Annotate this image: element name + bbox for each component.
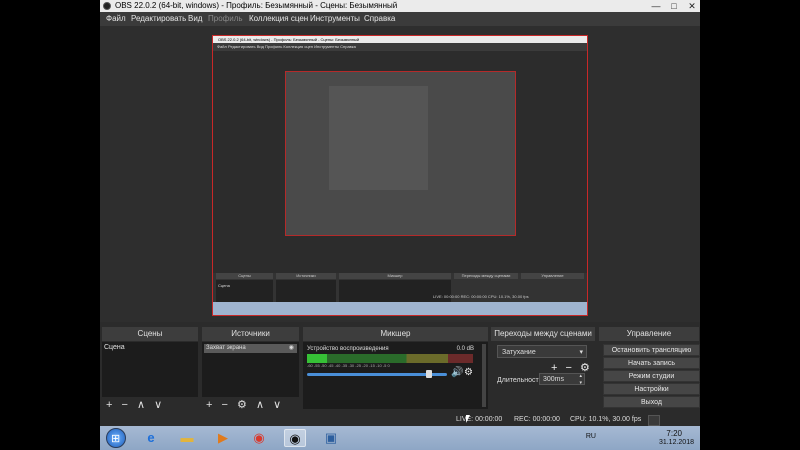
- add-scene-button[interactable]: +: [106, 399, 112, 411]
- window-title: OBS 22.0.2 (64-bit, windows) - Профиль: …: [115, 1, 398, 10]
- mixer-channel-label: Устройство воспроизведения: [307, 346, 389, 352]
- cpu-status: CPU: 10.1%, 30.00 fps: [570, 416, 642, 423]
- mixer-scrollbar[interactable]: [482, 344, 486, 407]
- mixer-channel-db: 0.0 dB: [456, 346, 474, 352]
- menu-view[interactable]: Вид: [188, 12, 202, 26]
- studio-mode-button[interactable]: Режим студии: [603, 370, 700, 382]
- duration-label: Длительность: [497, 377, 543, 384]
- transition-selected: Затухание: [502, 349, 536, 356]
- preview-inner-status: LIVE: 00:00:00 REC: 00:00:00 CPU: 10.1%,…: [433, 294, 529, 299]
- mouse-cursor-icon: [466, 415, 470, 423]
- start-recording-button[interactable]: Начать запись: [603, 357, 700, 369]
- maximize-button[interactable]: □: [666, 1, 682, 11]
- mixer-dock: Микшер Устройство воспроизведения 0.0 dB…: [303, 327, 488, 413]
- preview-dock-title: Управление: [521, 273, 584, 279]
- add-source-button[interactable]: +: [206, 399, 212, 411]
- taskbar: ⊞ e ▬ ▶ ◉ ◉ ▣ RU 7:20 31.12.2018: [100, 426, 700, 450]
- mixer-gear-icon[interactable]: ⚙: [464, 367, 473, 378]
- clock-time[interactable]: 7:20: [666, 429, 682, 438]
- preview-display[interactable]: OBS 22.0.2 (64-bit, windows) - Профиль: …: [212, 35, 588, 316]
- menu-file[interactable]: Файл: [106, 12, 126, 26]
- controls-dock: Управление Остановить трансляцию Начать …: [599, 327, 700, 413]
- preview-inner-docks: Сцены Источники Микшер Переходы между сц…: [213, 273, 587, 303]
- move-source-down-button[interactable]: ∨: [273, 399, 281, 411]
- clock-date[interactable]: 31.12.2018: [659, 439, 694, 446]
- preview-inner-menu: Файл Редактировать Вид Профиль Коллекция…: [213, 43, 587, 51]
- visibility-eye-icon[interactable]: ◉: [289, 344, 294, 353]
- chrome-icon[interactable]: ◉: [248, 429, 270, 447]
- sources-controls: + − ⚙ ∧ ∨: [206, 399, 287, 411]
- scene-item[interactable]: Сцена: [104, 344, 125, 351]
- move-scene-up-button[interactable]: ∧: [137, 399, 145, 411]
- preview-dock-title: Переходы между сценами: [454, 273, 518, 279]
- menu-scene-collection[interactable]: Коллекция сцен: [249, 12, 308, 26]
- menu-bar: Файл Редактировать Вид Профиль Коллекция…: [100, 12, 700, 26]
- language-indicator[interactable]: RU: [586, 433, 596, 440]
- source-item-label: Захват экрана: [206, 345, 246, 351]
- media-player-icon[interactable]: ▶: [212, 429, 234, 447]
- image-viewer-icon[interactable]: ▣: [320, 429, 342, 447]
- transition-select[interactable]: Затухание ▾: [497, 345, 587, 358]
- obs-icon[interactable]: ◉: [284, 429, 306, 447]
- preview-inner-taskbar: [213, 302, 587, 315]
- mixer-body: Устройство воспроизведения 0.0 dB -60 -5…: [303, 342, 488, 409]
- scenes-dock: Сцены Сцена + − ∧ ∨: [102, 327, 198, 413]
- ie-icon[interactable]: e: [140, 429, 162, 447]
- preview-inner-title: OBS 22.0.2 (64-bit, windows) - Профиль: …: [213, 36, 587, 43]
- menu-edit[interactable]: Редактировать: [131, 12, 186, 26]
- audio-level-fill: [307, 354, 327, 363]
- status-bar: LIVE: 00:00:00 REC: 00:00:00 CPU: 10.1%,…: [100, 414, 700, 426]
- remove-scene-button[interactable]: −: [122, 399, 128, 411]
- windows-start-icon[interactable]: ⊞: [106, 428, 126, 448]
- preview-inner-canvas: [213, 51, 587, 273]
- source-properties-gear-icon[interactable]: ⚙: [237, 399, 247, 411]
- preview-dock-title: Источники: [276, 273, 336, 279]
- meter-scale: -60 -55 -50 -45 -40 -35 -30 -25 -20 -15 …: [307, 363, 390, 368]
- audio-level-meter: [307, 354, 473, 363]
- exit-button[interactable]: Выход: [603, 396, 700, 408]
- source-item[interactable]: Захват экрана ◉: [204, 344, 297, 353]
- preview-nested-capture-deep: [329, 86, 428, 190]
- scenes-dock-title: Сцены: [102, 327, 198, 341]
- remove-source-button[interactable]: −: [222, 399, 228, 411]
- controls-dock-title: Управление: [599, 327, 699, 341]
- transitions-dock-title: Переходы между сценами: [491, 327, 595, 341]
- resize-grip-icon[interactable]: [648, 415, 660, 426]
- duration-input[interactable]: 300ms ▴ ▾: [539, 373, 585, 387]
- menu-profile[interactable]: Профиль: [208, 12, 243, 26]
- speaker-icon[interactable]: 🔊: [451, 367, 463, 378]
- close-button[interactable]: ✕: [684, 1, 700, 11]
- minimize-button[interactable]: —: [648, 1, 664, 11]
- obs-app-icon: [103, 2, 111, 10]
- preview-dock-body: Сцена: [216, 280, 273, 302]
- preview-scene-item: Сцена: [218, 283, 230, 288]
- live-status: LIVE: 00:00:00: [456, 416, 503, 423]
- transitions-dock: Переходы между сценами Затухание ▾ + − ⚙…: [491, 327, 595, 413]
- mixer-dock-title: Микшер: [303, 327, 488, 341]
- spinner-arrows-icon[interactable]: ▴ ▾: [579, 373, 582, 387]
- scenes-controls: + − ∧ ∨: [106, 399, 168, 411]
- scenes-list[interactable]: Сцена: [102, 342, 198, 397]
- rec-status: REC: 00:00:00: [514, 416, 560, 423]
- preview-dock-title: Микшер: [339, 273, 451, 279]
- preview-dock-body: [276, 280, 336, 302]
- chevron-down-icon: ▾: [579, 349, 583, 356]
- sources-dock: Источники Захват экрана ◉ + − ⚙ ∧ ∨: [202, 327, 299, 413]
- window-titlebar[interactable]: OBS 22.0.2 (64-bit, windows) - Профиль: …: [100, 0, 700, 12]
- move-scene-down-button[interactable]: ∨: [154, 399, 162, 411]
- sources-list[interactable]: Захват экрана ◉: [202, 342, 299, 397]
- menu-help[interactable]: Справка: [364, 12, 395, 26]
- move-source-up-button[interactable]: ∧: [256, 399, 264, 411]
- preview-dock-title: Сцены: [216, 273, 273, 279]
- duration-value: 300ms: [543, 376, 565, 383]
- folder-icon[interactable]: ▬: [176, 429, 198, 447]
- volume-slider-handle[interactable]: [426, 370, 432, 378]
- sources-dock-title: Источники: [202, 327, 299, 341]
- menu-tools[interactable]: Инструменты: [310, 12, 360, 26]
- settings-button[interactable]: Настройки: [603, 383, 700, 395]
- stop-streaming-button[interactable]: Остановить трансляцию: [603, 344, 700, 356]
